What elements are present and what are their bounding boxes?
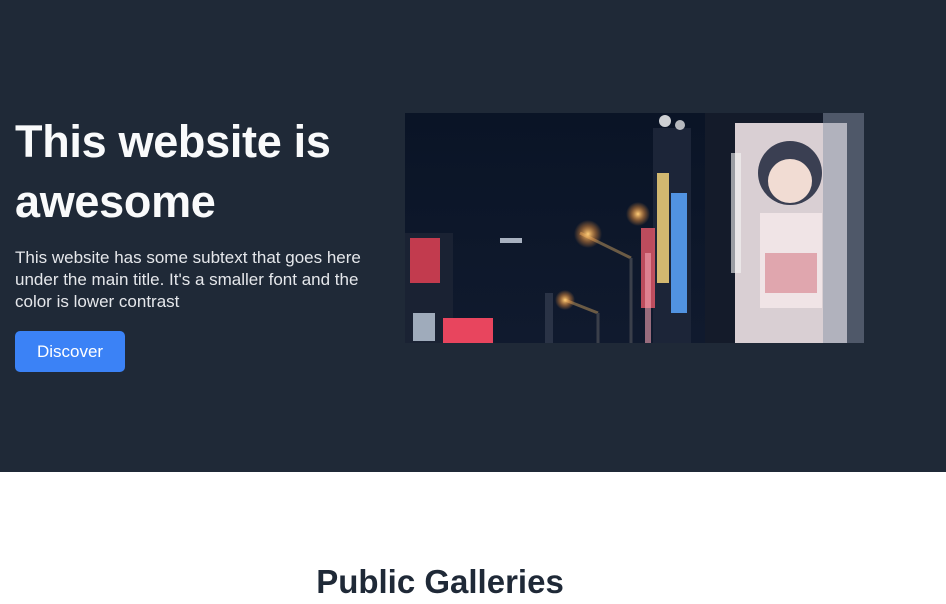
hero-title: This website is awesome	[15, 116, 331, 227]
public-galleries-title: Public Galleries	[316, 563, 564, 600]
hero-image	[405, 113, 864, 343]
discover-button[interactable]: Discover	[15, 331, 125, 372]
hero-subtext: This website has some subtext that goes …	[15, 248, 361, 311]
hero-section: This website is awesome This website has…	[0, 0, 946, 472]
city-night-illustration	[405, 113, 864, 343]
